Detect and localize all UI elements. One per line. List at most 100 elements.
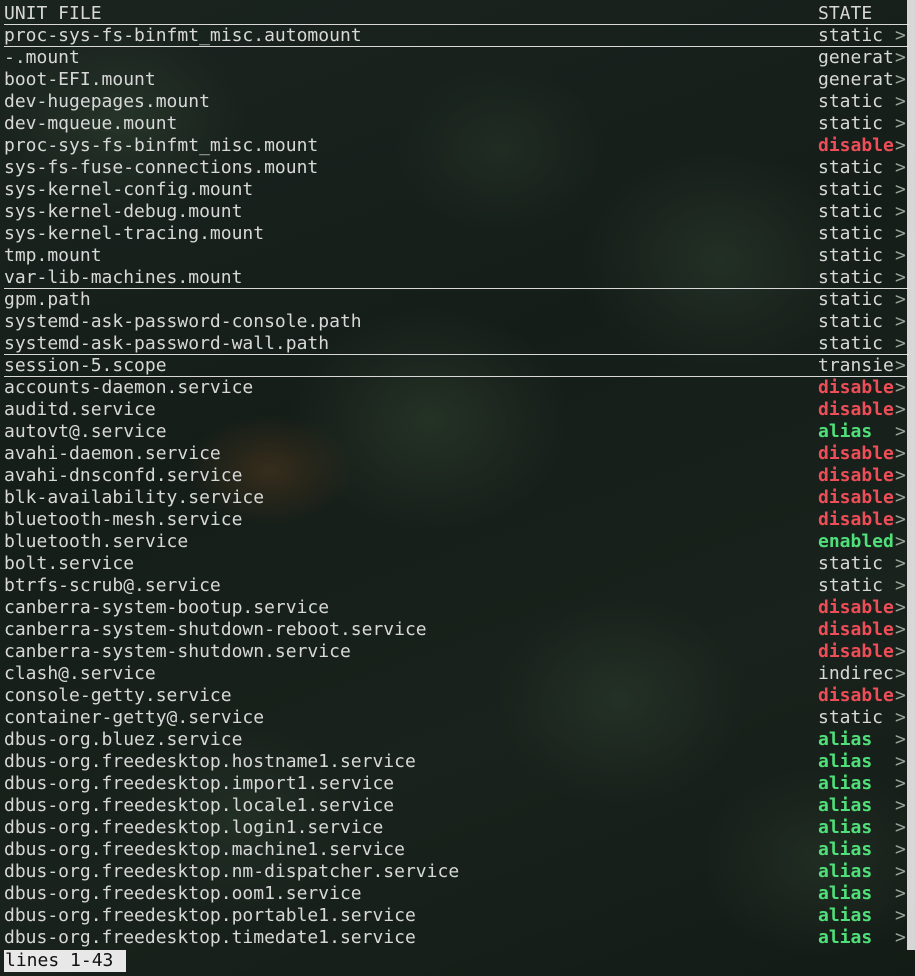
- unit-state: alias: [818, 905, 873, 926]
- unit-state: static: [818, 25, 884, 46]
- header-unit-file: UNIT FILE: [4, 3, 102, 24]
- unit-state: static: [818, 179, 884, 200]
- table-row: dbus-org.freedesktop.machine1.service ali…: [4, 839, 909, 861]
- table-row: canberra-system-shutdown.service disable >: [4, 641, 909, 663]
- table-row: sys-kernel-tracing.mount static >: [4, 223, 909, 245]
- truncation-marker: >: [895, 905, 906, 926]
- truncation-marker: >: [895, 531, 906, 552]
- unit-state: enabled: [818, 531, 894, 552]
- table-row: auditd.service disable >: [4, 399, 909, 421]
- truncation-marker: >: [895, 465, 906, 486]
- unit-state: disable: [818, 135, 894, 156]
- unit-state: generat: [818, 69, 894, 90]
- pager-status-line: lines 1-43: [4, 950, 127, 972]
- unit-name: proc-sys-fs-binfmt_misc.automount: [4, 25, 362, 46]
- truncation-marker: >: [895, 729, 906, 750]
- table-row: dev-hugepages.mount static >: [4, 91, 909, 113]
- text-cursor: [115, 970, 126, 972]
- truncation-marker: >: [895, 597, 906, 618]
- unit-file-list: proc-sys-fs-binfmt_misc.automount static >…: [4, 25, 909, 949]
- truncation-marker: >: [895, 509, 906, 530]
- unit-state: transie: [818, 355, 894, 376]
- truncation-marker: >: [895, 201, 906, 222]
- table-row: systemd-ask-password-wall.path static >: [4, 333, 909, 355]
- table-row: boot-EFI.mount generat >: [4, 69, 909, 91]
- table-row: clash@.service indirec >: [4, 663, 909, 685]
- unit-state: static: [818, 245, 884, 266]
- scrollbar[interactable]: [907, 0, 915, 950]
- truncation-marker: >: [895, 377, 906, 398]
- unit-name: dbus-org.freedesktop.portable1.service: [4, 905, 416, 926]
- table-row: dbus-org.freedesktop.timedate1.service al…: [4, 927, 909, 949]
- table-row: dbus-org.freedesktop.login1.service alias…: [4, 817, 909, 839]
- unit-name: dbus-org.freedesktop.login1.service: [4, 817, 384, 838]
- unit-state: alias: [818, 817, 873, 838]
- truncation-marker: >: [895, 773, 906, 794]
- table-row: proc-sys-fs-binfmt_misc.automount static >: [4, 25, 909, 47]
- unit-state: alias: [818, 861, 873, 882]
- truncation-marker: >: [895, 663, 906, 684]
- unit-state: disable: [818, 487, 894, 508]
- truncation-marker: >: [895, 289, 906, 310]
- truncation-marker: >: [895, 157, 906, 178]
- unit-name: bluetooth.service: [4, 531, 189, 552]
- truncation-marker: >: [895, 113, 906, 134]
- unit-name: auditd.service: [4, 399, 156, 420]
- unit-name: tmp.mount: [4, 245, 102, 266]
- unit-name: dbus-org.freedesktop.timedate1.service: [4, 927, 416, 948]
- unit-state: alias: [818, 773, 873, 794]
- unit-name: console-getty.service: [4, 685, 232, 706]
- table-row: sys-kernel-debug.mount static >: [4, 201, 909, 223]
- unit-state: static: [818, 575, 884, 596]
- unit-state: static: [818, 201, 884, 222]
- status-text: lines 1-43: [5, 950, 114, 971]
- truncation-marker: >: [895, 267, 906, 288]
- truncation-marker: >: [895, 619, 906, 640]
- unit-name: clash@.service: [4, 663, 156, 684]
- truncation-marker: >: [895, 817, 906, 838]
- truncation-marker: >: [895, 69, 906, 90]
- truncation-marker: >: [895, 707, 906, 728]
- unit-name: bluetooth-mesh.service: [4, 509, 243, 530]
- truncation-marker: >: [895, 421, 906, 442]
- unit-name: dbus-org.bluez.service: [4, 729, 243, 750]
- unit-name: accounts-daemon.service: [4, 377, 254, 398]
- truncation-marker: >: [895, 91, 906, 112]
- table-row: console-getty.service disable >: [4, 685, 909, 707]
- truncation-marker: >: [895, 399, 906, 420]
- unit-name: dbus-org.freedesktop.machine1.service: [4, 839, 405, 860]
- unit-state: static: [818, 223, 884, 244]
- table-row: dbus-org.freedesktop.hostname1.service al…: [4, 751, 909, 773]
- table-row: dbus-org.freedesktop.locale1.service alia…: [4, 795, 909, 817]
- unit-name: dev-mqueue.mount: [4, 113, 178, 134]
- unit-state: static: [818, 113, 884, 134]
- table-row: tmp.mount static >: [4, 245, 909, 267]
- unit-state: disable: [818, 509, 894, 530]
- table-row: bolt.service static >: [4, 553, 909, 575]
- table-row: proc-sys-fs-binfmt_misc.mount disable >: [4, 135, 909, 157]
- truncation-marker: >: [895, 839, 906, 860]
- unit-state: disable: [818, 619, 894, 640]
- truncation-marker: >: [895, 553, 906, 574]
- table-row: autovt@.service alias >: [4, 421, 909, 443]
- unit-state: indirec: [818, 663, 894, 684]
- truncation-marker: >: [895, 641, 906, 662]
- unit-name: session-5.scope: [4, 355, 167, 376]
- table-row: bluetooth.service enabled >: [4, 531, 909, 553]
- unit-name: btrfs-scrub@.service: [4, 575, 221, 596]
- unit-state: alias: [818, 751, 873, 772]
- unit-state: alias: [818, 839, 873, 860]
- unit-name: var-lib-machines.mount: [4, 267, 243, 288]
- table-row: gpm.path static >: [4, 289, 909, 311]
- truncation-marker: >: [895, 311, 906, 332]
- truncation-marker: >: [895, 179, 906, 200]
- truncation-marker: >: [895, 575, 906, 596]
- unit-name: sys-kernel-tracing.mount: [4, 223, 265, 244]
- unit-name: -.mount: [4, 47, 80, 68]
- table-row: container-getty@.service static >: [4, 707, 909, 729]
- unit-state: static: [818, 707, 884, 728]
- unit-name: systemd-ask-password-console.path: [4, 311, 362, 332]
- table-row: sys-kernel-config.mount static >: [4, 179, 909, 201]
- terminal-pager-output[interactable]: UNIT FILE STATE proc-sys-fs-binfmt_misc.…: [4, 3, 909, 949]
- table-row: dbus-org.freedesktop.import1.service alia…: [4, 773, 909, 795]
